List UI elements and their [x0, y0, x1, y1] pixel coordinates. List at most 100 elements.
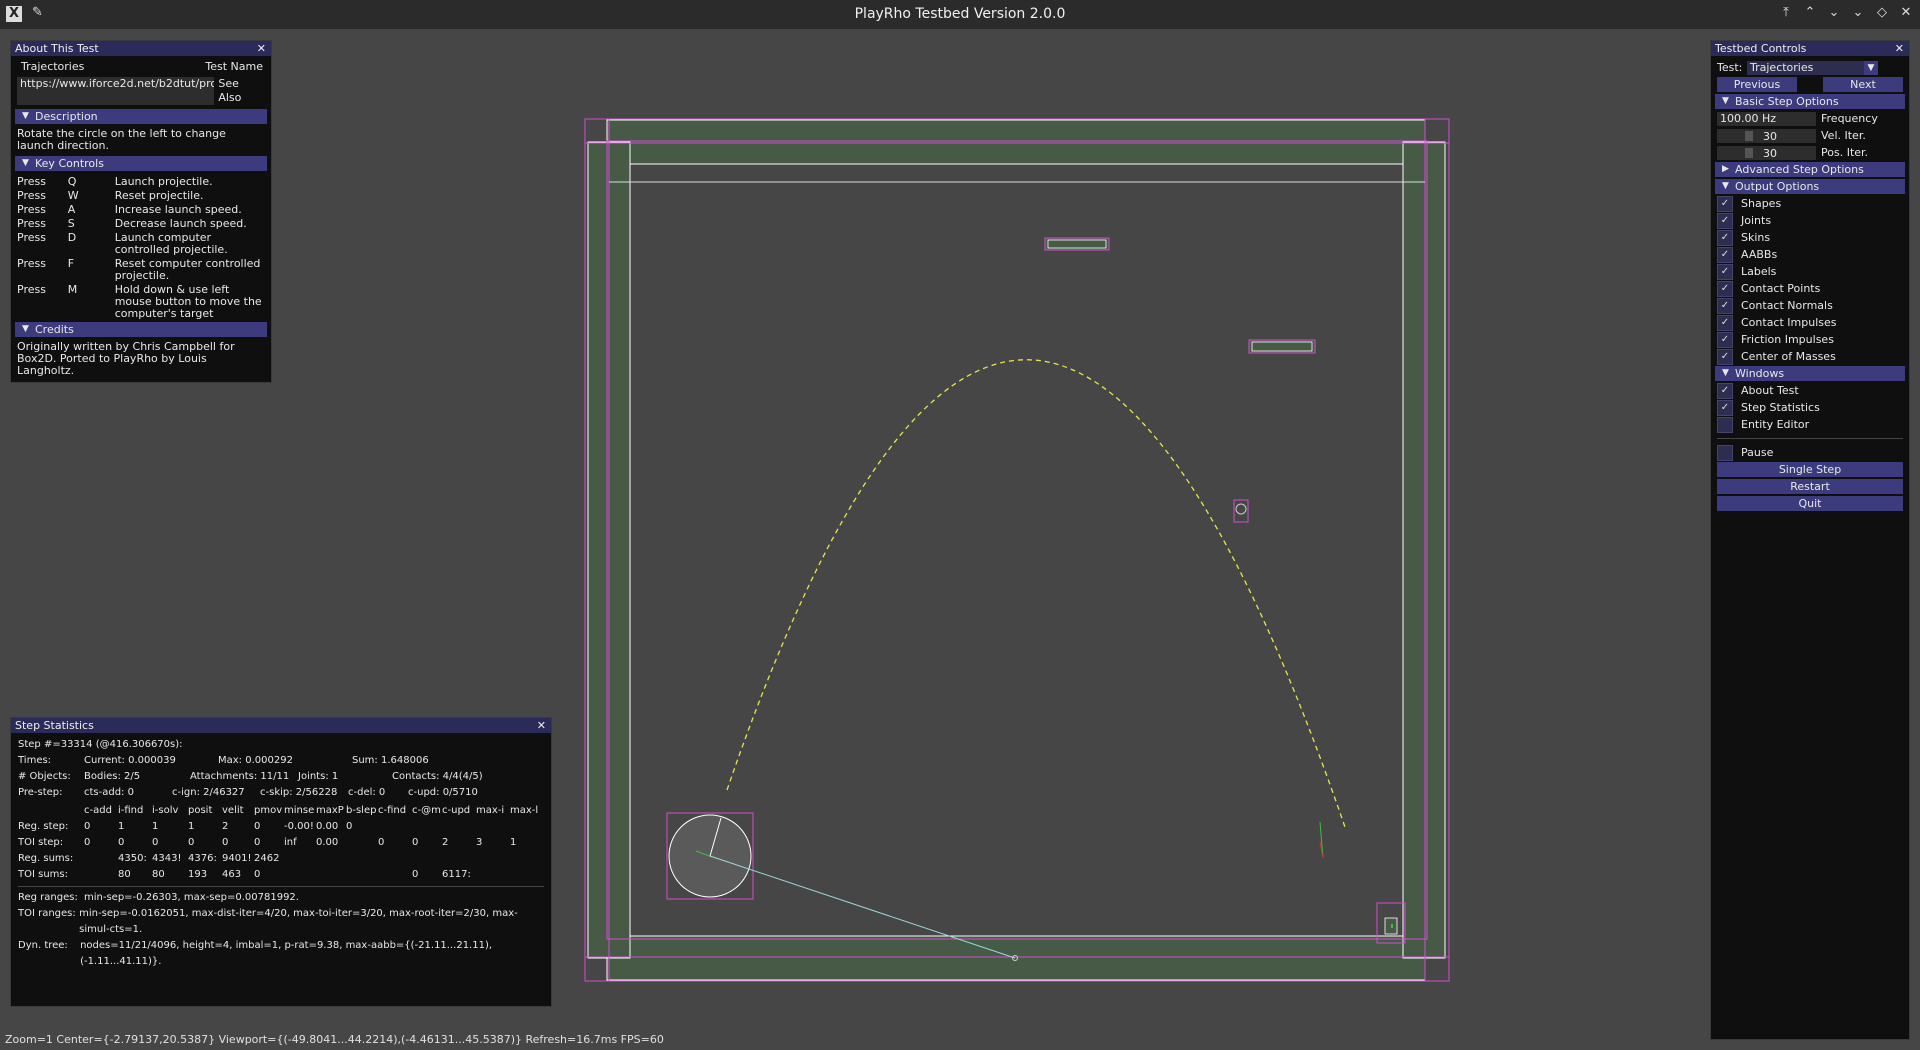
stats-row: Reg. step: 0 1 1 1 2 0 -0.00! 0.00 0: [18, 819, 538, 835]
stats-column-header: max-i: [476, 805, 505, 816]
key-control-key: D: [67, 231, 77, 244]
checkmark-icon[interactable]: ✓: [1717, 331, 1733, 348]
testbed-controls-header[interactable]: Testbed Controls ✕: [1711, 41, 1909, 56]
stats-cell: inf: [284, 837, 297, 848]
pos-iter-slider[interactable]: 30: [1717, 145, 1816, 160]
output-options-section[interactable]: ▼ Output Options: [1715, 179, 1905, 194]
checkmark-icon[interactable]: ✓: [1717, 246, 1733, 263]
objects-label: # Objects:: [18, 771, 71, 782]
key-control-desc: Launch computer controlled projectile.: [114, 231, 228, 256]
toi-ranges-label: TOI ranges:: [18, 908, 76, 919]
output-option-row[interactable]: ✓ Contact Impulses: [1717, 314, 1903, 331]
stats-column-header: posit: [188, 805, 213, 816]
window-option-row[interactable]: ✓ Step Statistics: [1717, 399, 1903, 416]
checkmark-icon[interactable]: ✓: [1717, 314, 1733, 331]
description-header: Description: [35, 110, 98, 123]
key-control-key: F: [67, 257, 75, 270]
pause-checkbox-row[interactable]: Pause: [1717, 444, 1903, 461]
pause-checkbox[interactable]: [1717, 444, 1733, 461]
stats-column-header: i-find: [118, 805, 144, 816]
output-option-label: Skins: [1741, 231, 1771, 244]
previous-button[interactable]: Previous: [1717, 77, 1797, 92]
description-section[interactable]: ▼ Description: [15, 109, 267, 124]
pos-iter-value: 30: [1763, 146, 1777, 160]
prestep-label: Pre-step:: [18, 787, 63, 798]
window-option-row[interactable]: Entity Editor: [1717, 416, 1903, 433]
next-button[interactable]: Next: [1823, 77, 1903, 92]
prestep-c-skip: c-skip: 2/56228: [260, 787, 338, 798]
close-icon[interactable]: ✕: [537, 718, 546, 733]
output-option-label: Friction Impulses: [1741, 333, 1834, 346]
target-marker[interactable]: [1235, 503, 1247, 515]
test-label: Test:: [1717, 61, 1743, 74]
pos-iter-slider-handle[interactable]: [1745, 147, 1753, 158]
stats-column-header: c-@m: [412, 805, 441, 816]
output-option-row[interactable]: ✓ AABBs: [1717, 246, 1903, 263]
close-icon[interactable]: ✕: [257, 41, 266, 56]
credits-section[interactable]: ▼ Credits: [15, 322, 267, 337]
test-select-value: Trajectories: [1750, 60, 1814, 74]
window-checkbox[interactable]: ✓: [1717, 382, 1733, 399]
checkmark-icon[interactable]: ✓: [1717, 280, 1733, 297]
test-select[interactable]: Trajectories ▼: [1747, 60, 1878, 75]
quit-button[interactable]: Quit: [1717, 496, 1903, 511]
checkmark-icon[interactable]: ✓: [1717, 229, 1733, 246]
restart-button[interactable]: Restart: [1717, 479, 1903, 494]
key-control-key: A: [67, 203, 76, 216]
output-option-row[interactable]: ✓ Contact Normals: [1717, 297, 1903, 314]
close-icon[interactable]: ✕: [1895, 41, 1904, 56]
checkmark-icon[interactable]: ✓: [1717, 195, 1733, 212]
key-control-desc: Reset projectile.: [114, 189, 204, 202]
times-max: Max: 0.000292: [218, 755, 293, 766]
stats-cell: 0: [152, 837, 159, 848]
output-option-row[interactable]: ✓ Skins: [1717, 229, 1903, 246]
basic-step-section[interactable]: ▼ Basic Step Options: [1715, 94, 1905, 109]
about-test-header[interactable]: About This Test ✕: [11, 41, 271, 56]
key-controls-section[interactable]: ▼ Key Controls: [15, 156, 267, 171]
checkmark-icon[interactable]: ✓: [1717, 263, 1733, 280]
checkmark-icon[interactable]: ✓: [1717, 297, 1733, 314]
vel-iter-slider-handle[interactable]: [1745, 130, 1753, 141]
objects-contacts: Contacts: 4/4(4/5): [392, 771, 483, 782]
stats-cell: [476, 851, 510, 867]
checkmark-icon[interactable]: ✓: [1717, 348, 1733, 365]
advanced-step-section[interactable]: ▶ Advanced Step Options: [1715, 162, 1905, 177]
stats-cell: [316, 851, 346, 867]
vel-iter-slider[interactable]: 30: [1717, 128, 1816, 143]
windows-section[interactable]: ▼ Windows: [1715, 366, 1905, 381]
output-option-row[interactable]: ✓ Center of Masses: [1717, 348, 1903, 365]
stats-cell: 1: [188, 821, 195, 832]
stats-cell: Reg. sums:: [18, 853, 74, 864]
testbed-controls-title: Testbed Controls: [1715, 42, 1807, 55]
key-controls-list: Press Q Launch projectile. Press W Reset proj…: [11, 173, 271, 320]
step-statistics-title: Step Statistics: [15, 719, 94, 732]
checkmark-icon[interactable]: ✓: [1717, 212, 1733, 229]
frequency-label: Frequency: [1821, 112, 1878, 125]
output-options-list: ✓ Shapes ✓ Joints ✓ Skins ✓ AABBs ✓ Labels ✓ Contac…: [1711, 195, 1909, 365]
stats-cell: 80: [118, 869, 131, 880]
output-option-row[interactable]: ✓ Joints: [1717, 212, 1903, 229]
single-step-button[interactable]: Single Step: [1717, 462, 1903, 477]
window-checkbox[interactable]: [1717, 416, 1733, 433]
aabb-inner: [606, 140, 1428, 940]
output-option-row[interactable]: ✓ Shapes: [1717, 195, 1903, 212]
url-field[interactable]: https://www.iforce2d.net/b2dtut/projecte…: [17, 77, 215, 105]
stats-cell: 0: [254, 869, 261, 880]
output-option-row[interactable]: ✓ Labels: [1717, 263, 1903, 280]
window-option-row[interactable]: ✓ About Test: [1717, 382, 1903, 399]
output-option-row[interactable]: ✓ Friction Impulses: [1717, 331, 1903, 348]
stats-row: TOI step: 0 0 0 0 0 0 inf 0.00 0 0 2 3 1: [18, 835, 538, 851]
prestep-c-del: c-del: 0: [348, 787, 386, 798]
frequency-input[interactable]: 100.00 Hz: [1717, 111, 1816, 126]
output-option-row[interactable]: ✓ Contact Points: [1717, 280, 1903, 297]
stats-cell: 9401!: [222, 853, 252, 864]
key-control-action: Press: [17, 283, 46, 296]
stats-cell: [442, 819, 476, 835]
step-statistics-header[interactable]: Step Statistics ✕: [11, 718, 551, 733]
output-option-label: Contact Normals: [1741, 299, 1833, 312]
window-checkbox[interactable]: ✓: [1717, 399, 1733, 416]
stats-cell: 0: [254, 837, 261, 848]
output-option-label: Contact Impulses: [1741, 316, 1837, 329]
stats-column-header: maxP: [316, 805, 344, 816]
output-options-header: Output Options: [1735, 180, 1820, 193]
